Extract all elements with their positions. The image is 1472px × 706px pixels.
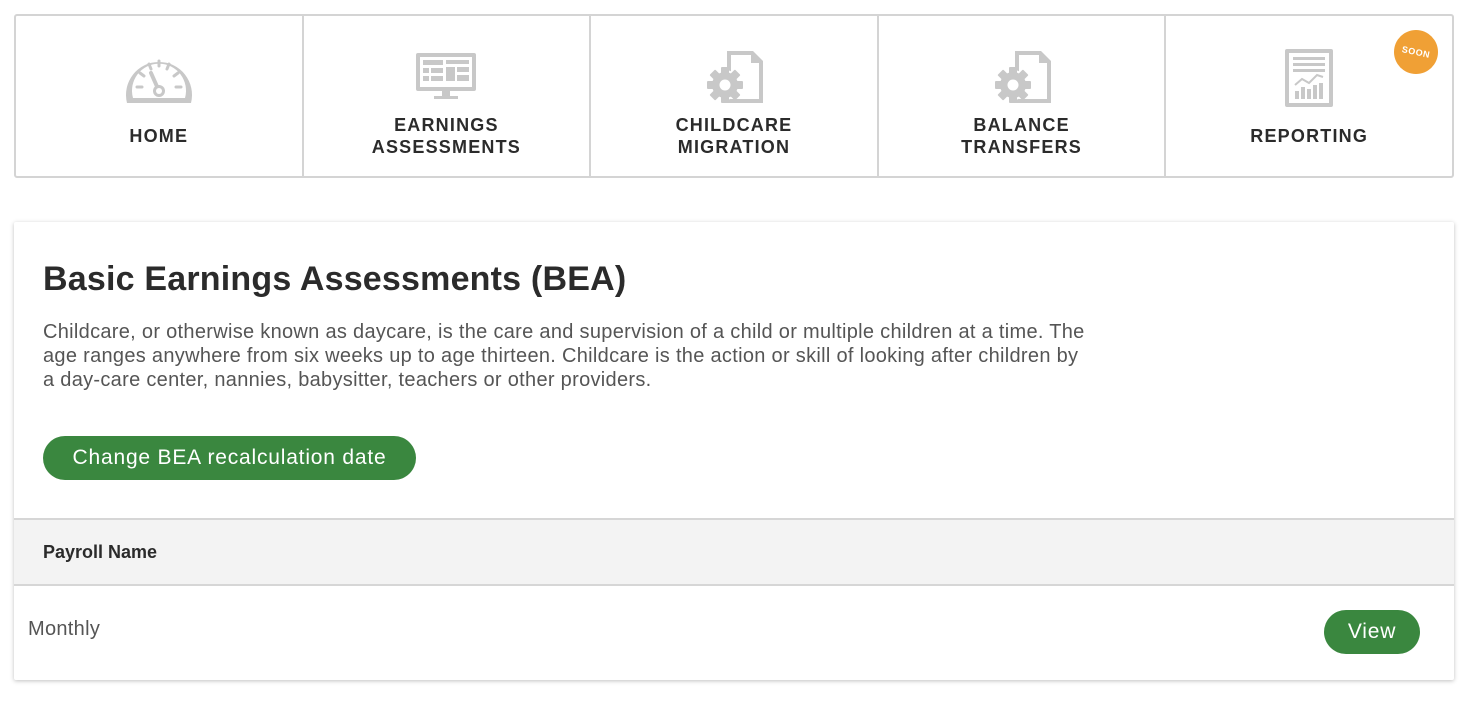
payroll-table: Payroll Name Monthly View: [14, 518, 1454, 676]
table-row: Monthly View: [14, 586, 1454, 676]
nav-label-reporting: REPORTING: [1250, 126, 1369, 146]
gear-document-icon: [694, 46, 774, 110]
monitor-icon: [406, 44, 486, 108]
view-button[interactable]: View: [1324, 610, 1420, 654]
dashboard-gauge-icon: [119, 46, 199, 110]
nav-label-home: HOME: [129, 126, 189, 146]
gear-document-icon: [982, 46, 1062, 110]
nav-item-childcare-migration[interactable]: CHILDCARE MIGRATION: [591, 16, 879, 176]
bea-card: Basic Earnings Assessments (BEA) Childca…: [14, 222, 1454, 680]
report-chart-icon: [1269, 46, 1349, 110]
soon-badge: SOON: [1389, 25, 1443, 79]
nav-item-earnings-assessments[interactable]: EARNINGS ASSESSMENTS: [304, 16, 592, 176]
page-description: Childcare, or otherwise known as daycare…: [43, 321, 1085, 391]
change-recalculation-date-button[interactable]: Change BEA recalculation date: [43, 436, 416, 480]
nav-item-reporting[interactable]: REPORTING SOON: [1166, 16, 1452, 176]
page-title: Basic Earnings Assessments (BEA): [43, 260, 627, 298]
nav-label-earnings-assessments: EARNINGS ASSESSMENTS: [371, 115, 521, 157]
nav-label-childcare-migration: CHILDCARE MIGRATION: [675, 115, 793, 157]
payroll-name-cell: Monthly: [28, 618, 101, 640]
column-header-payroll-name: Payroll Name: [43, 542, 158, 562]
top-navigation: HOME EARNINGS ASSESSMENTS CHILDCARE MIGR…: [14, 14, 1454, 178]
nav-item-home[interactable]: HOME: [16, 16, 304, 176]
nav-item-balance-transfers[interactable]: BALANCE TRANSFERS: [879, 16, 1167, 176]
table-header: Payroll Name: [14, 518, 1454, 586]
nav-label-balance-transfers: BALANCE TRANSFERS: [961, 115, 1082, 157]
